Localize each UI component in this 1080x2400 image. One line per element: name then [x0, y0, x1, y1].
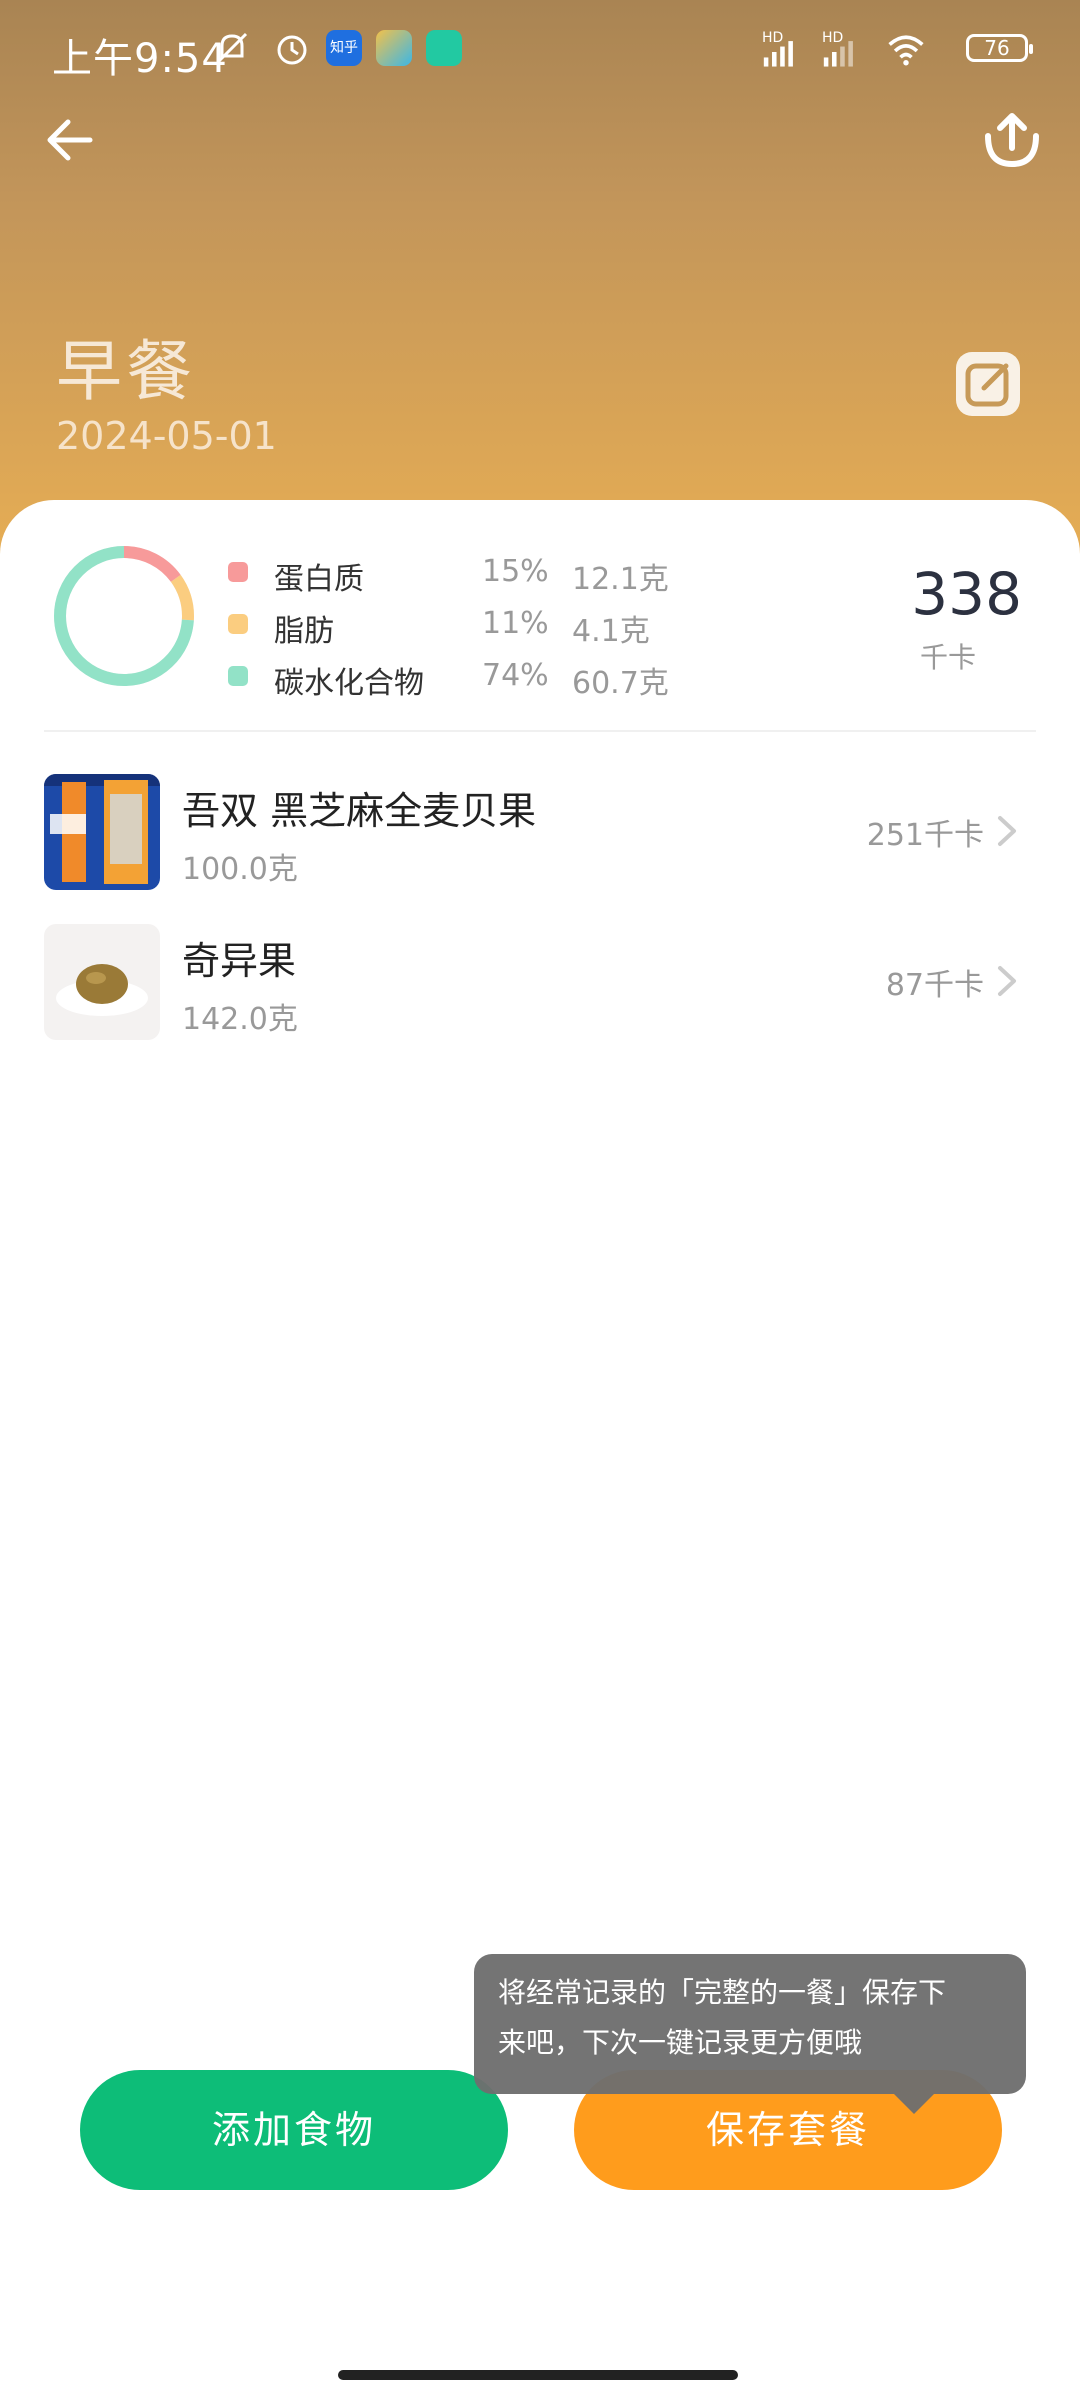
food-thumbnail-kiwi	[44, 924, 160, 1040]
food-weight: 100.0克	[182, 852, 298, 887]
meal-date: 2024-05-01	[56, 414, 277, 458]
food-name: 吾双 黑芝麻全麦贝果	[182, 789, 537, 833]
zhihu-app-icon: 知乎	[326, 30, 362, 66]
food-thumbnail-bagel	[44, 774, 160, 890]
nutrient-amount: 60.7克	[572, 666, 669, 701]
wifi-icon	[888, 35, 924, 66]
tooltip-line-2: 来吧，下次一键记录更方便哦	[498, 2026, 863, 2059]
mint-icon	[426, 30, 462, 66]
nutrient-amount: 4.1克	[572, 614, 650, 649]
chevron-right-icon	[998, 966, 1016, 996]
alarm-icon	[277, 35, 307, 65]
protein-color-dot	[228, 562, 248, 582]
food-kcal: 251千卡	[866, 818, 984, 853]
nutrient-ring-chart	[54, 546, 194, 686]
back-icon[interactable]	[38, 110, 98, 170]
nutrient-percent: 15%	[482, 554, 549, 589]
carbs-color-dot	[228, 666, 248, 686]
save-meal-tooltip: 将经常记录的「完整的一餐」保存下 来吧，下次一键记录更方便哦	[474, 1954, 1026, 2114]
food-item[interactable]: 奇异果 142.0克 87千卡	[0, 924, 1080, 1044]
signal-icon-1	[763, 41, 793, 67]
meal-title: 早餐	[56, 333, 196, 410]
home-indicator[interactable]	[338, 2370, 738, 2380]
edit-icon[interactable]	[956, 352, 1020, 416]
nutrient-percent: 11%	[482, 606, 549, 641]
feishu-icon	[376, 30, 412, 66]
chevron-right-icon	[998, 816, 1016, 846]
divider	[44, 730, 1036, 732]
nutrient-name: 脂肪	[274, 614, 334, 649]
food-name: 奇异果	[182, 939, 297, 983]
nutrient-row-protein: 蛋白质 15% 12.1克	[228, 548, 708, 597]
nutrient-row-fat: 脂肪 11% 4.1克	[228, 600, 708, 649]
food-kcal: 87千卡	[885, 968, 984, 1003]
food-item[interactable]: 吾双 黑芝麻全麦贝果 100.0克 251千卡	[0, 774, 1080, 894]
nutrient-row-carbs: 碳水化合物 74% 60.7克	[228, 652, 708, 701]
status-time: 上午9:54	[52, 36, 228, 82]
total-kcal: 338	[911, 560, 1022, 628]
add-food-button[interactable]: 添加食物	[80, 2070, 508, 2190]
share-upload-icon[interactable]	[978, 106, 1046, 174]
nutrient-amount: 12.1克	[572, 562, 669, 597]
battery-indicator: 76	[966, 34, 1033, 62]
kcal-unit: 千卡	[919, 641, 976, 674]
nutrient-name: 碳水化合物	[274, 666, 424, 701]
fat-color-dot	[228, 614, 248, 634]
tooltip-line-1: 将经常记录的「完整的一餐」保存下	[498, 1976, 947, 2009]
mute-icon	[216, 32, 248, 64]
signal-icon-2	[823, 41, 853, 67]
nutrient-name: 蛋白质	[274, 562, 364, 597]
food-weight: 142.0克	[182, 1002, 298, 1037]
status-bar: 上午9:54 知乎 HD HD 76	[0, 0, 1080, 100]
nutrient-percent: 74%	[482, 658, 549, 693]
